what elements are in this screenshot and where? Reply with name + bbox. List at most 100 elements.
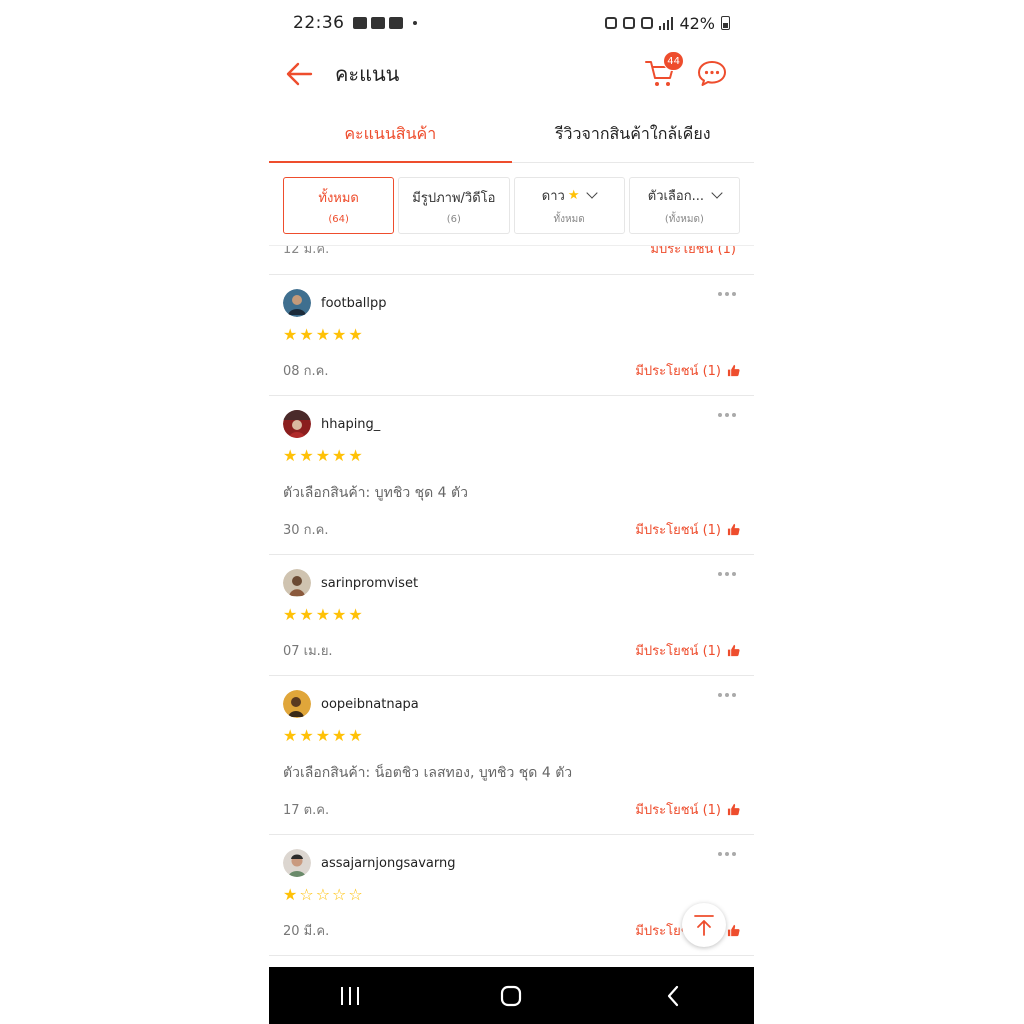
thumbs-up-icon <box>727 523 740 535</box>
battery-icon <box>721 16 730 30</box>
star-empty-icon: ☆ <box>348 885 363 904</box>
filter-label: ดาว <box>541 188 565 204</box>
system-icons: 42% <box>605 14 730 33</box>
chevron-down-icon <box>711 186 723 199</box>
filter-label: ตัวเลือก... <box>647 188 704 204</box>
more-options-icon[interactable] <box>718 569 740 579</box>
star-icon: ★ <box>332 446 347 465</box>
recent-apps-button[interactable] <box>320 976 380 1016</box>
filter-label: ทั้งหมด <box>318 190 359 206</box>
tab-similar-product-reviews[interactable]: รีวิวจากสินค้าใกล้เคียง <box>512 106 755 162</box>
more-options-icon[interactable] <box>718 410 740 420</box>
home-icon <box>501 985 522 1006</box>
thumbs-up-icon <box>727 803 740 815</box>
filter-bar: ทั้งหมด (64) มีรูปภาพ/วิดีโอ (6) ดาว ★ ท… <box>283 177 740 234</box>
star-empty-icon: ☆ <box>299 885 314 904</box>
avatar <box>283 849 311 877</box>
helpful-label: มีประโยชน์ (1) <box>635 802 721 818</box>
review-list[interactable]: 12 มิ.ค. มีประโยชน์ (1) footballpp ★ ★ ★ ★ ★… <box>269 245 754 967</box>
app-header: คะแนน 44 <box>269 46 754 102</box>
tab-product-ratings[interactable]: คะแนนสินค้า <box>269 106 512 163</box>
chevron-left-icon <box>668 985 679 1006</box>
review-item-partial: 12 มิ.ค. มีประโยชน์ (1) <box>269 246 754 275</box>
review-date: 12 มิ.ค. <box>283 245 330 257</box>
star-empty-icon: ☆ <box>332 885 347 904</box>
star-icon: ★ <box>283 325 298 344</box>
filter-count: (6) <box>446 213 461 225</box>
cart-badge: 44 <box>663 51 684 71</box>
thumbs-up-icon <box>727 364 740 376</box>
chat-button[interactable] <box>696 57 730 91</box>
arrow-up-icon <box>694 915 714 936</box>
helpful-button[interactable]: มีประโยชน์ (1) <box>635 640 740 661</box>
helpful-label: มีประโยชน์ (1) <box>635 643 721 659</box>
avatar <box>283 289 311 317</box>
back-arrow-icon <box>286 62 313 86</box>
star-icon: ★ <box>299 325 314 344</box>
star-icon: ★ <box>299 446 314 465</box>
helpful-button[interactable]: มีประโยชน์ (1) <box>635 799 740 820</box>
star-icon: ★ <box>283 605 298 624</box>
filter-stars-dropdown[interactable]: ดาว ★ ทั้งหมด <box>513 177 625 234</box>
star-icon: ★ <box>332 605 347 624</box>
rating-stars: ★ ★ ★ ★ ★ <box>283 605 740 625</box>
star-icon: ★ <box>315 726 331 745</box>
helpful-button[interactable]: มีประโยชน์ (1) <box>635 360 740 381</box>
username: sarinpromviset <box>321 575 419 591</box>
filter-all[interactable]: ทั้งหมด (64) <box>283 177 395 234</box>
star-icon: ★ <box>332 726 347 745</box>
helpful-label: มีประโยชน์ (1) <box>635 522 721 538</box>
review-item: oopeibnatnapa ★ ★ ★ ★ ★ ตัวเลือกสินค้า: น็อต… <box>269 676 754 835</box>
youtube-icon <box>370 17 385 29</box>
helpful-button[interactable]: มีประโยชน์ (1) <box>650 246 736 259</box>
star-icon: ★ <box>567 187 580 203</box>
more-options-icon[interactable] <box>718 690 740 700</box>
filter-value: ทั้งหมด <box>553 213 585 225</box>
star-icon: ★ <box>315 605 331 624</box>
cart-button[interactable]: 44 <box>644 51 684 91</box>
star-icon: ★ <box>299 605 314 624</box>
helpful-button[interactable]: มีประโยชน์ (1) <box>635 519 740 540</box>
username: assajarnjongsavarng <box>321 855 456 871</box>
system-nav-bar <box>269 967 754 1024</box>
thumbs-up-icon <box>727 644 740 656</box>
star-icon: ★ <box>348 605 363 624</box>
review-item: sarinpromviset ★ ★ ★ ★ ★ 07 เม.ย. มีประโยชน์… <box>269 555 754 676</box>
notification-icons <box>352 17 417 29</box>
rating-stars: ★ ☆ ☆ ☆ ☆ <box>283 885 740 905</box>
youtube-icon <box>388 17 403 29</box>
review-item: hhaping_ ★ ★ ★ ★ ★ ตัวเลือกสินค้า: บูทชิว ชุ… <box>269 396 754 555</box>
star-icon: ★ <box>348 446 363 465</box>
gallery-icon <box>352 17 367 29</box>
back-button[interactable] <box>283 58 315 90</box>
username: oopeibnatnapa <box>321 696 419 712</box>
review-item: assajarnjongsavarng ★ ☆ ☆ ☆ ☆ 20 มี.ค. มีประ… <box>269 835 754 956</box>
review-date: 07 เม.ย. <box>283 643 333 659</box>
battery-percent: 42% <box>679 13 715 33</box>
review-item: footballpp ★ ★ ★ ★ ★ 08 ก.ค. มีประโยชน์ (1) <box>269 275 754 396</box>
tab-bar: คะแนนสินค้า รีวิวจากสินค้าใกล้เคียง <box>269 106 754 163</box>
review-variant: ตัวเลือกสินค้า: บูทชิว ชุด 4 ตัว <box>283 485 468 501</box>
star-icon: ★ <box>315 446 331 465</box>
star-icon: ★ <box>315 325 331 344</box>
rating-stars: ★ ★ ★ ★ ★ <box>283 446 740 466</box>
chat-icon <box>698 61 726 86</box>
filter-with-media[interactable]: มีรูปภาพ/วิดีโอ (6) <box>398 177 510 234</box>
filter-value: (ทั้งหมด) <box>664 213 704 225</box>
review-date: 20 มี.ค. <box>283 923 330 939</box>
review-date: 30 ก.ค. <box>283 522 329 538</box>
helpful-label: มีประโยชน์ (1) <box>635 363 721 379</box>
more-options-icon[interactable] <box>718 849 740 859</box>
recent-apps-icon <box>340 986 359 1005</box>
more-options-icon[interactable] <box>718 289 740 299</box>
signal-icon <box>659 16 674 30</box>
chevron-down-icon <box>586 186 599 199</box>
home-button[interactable] <box>481 976 541 1016</box>
rating-stars: ★ ★ ★ ★ ★ <box>283 726 740 746</box>
filter-variant-dropdown[interactable]: ตัวเลือก... (ทั้งหมด) <box>628 177 740 234</box>
back-nav-button[interactable] <box>643 976 703 1016</box>
star-empty-icon: ☆ <box>315 885 331 904</box>
star-icon: ★ <box>348 325 363 344</box>
scroll-to-top-button[interactable] <box>682 903 726 947</box>
review-date: 08 ก.ค. <box>283 363 329 379</box>
